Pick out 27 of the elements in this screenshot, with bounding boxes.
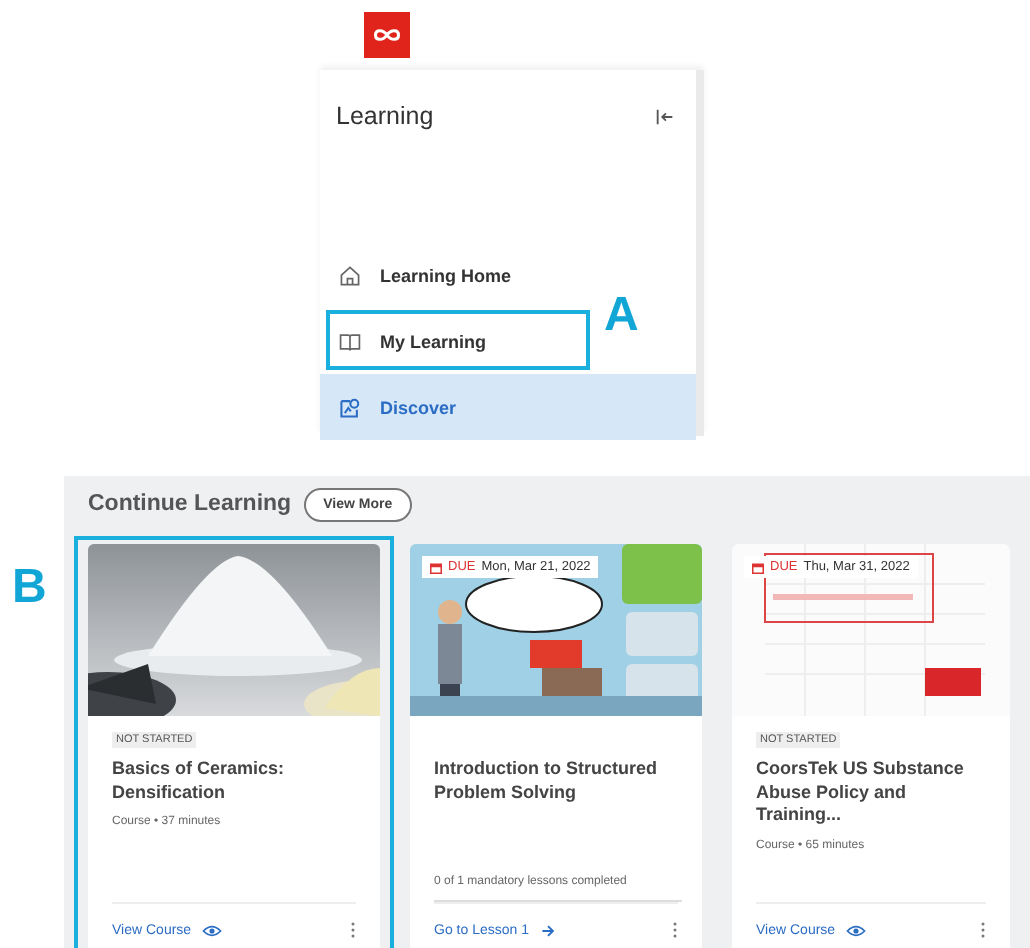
sidebar-title: Learning	[336, 102, 434, 130]
arrow-icon	[538, 923, 559, 937]
home-icon	[338, 263, 362, 287]
calendar-icon	[752, 561, 764, 573]
eye-icon	[201, 923, 222, 937]
section-title: Continue Learning	[88, 492, 292, 516]
more-button[interactable]	[672, 920, 678, 940]
more-icon	[672, 920, 678, 940]
nav-item[interactable]: Learning Home	[320, 242, 602, 308]
calendar-icon	[430, 561, 442, 573]
collapse-icon	[654, 105, 676, 127]
eye-icon	[845, 923, 866, 937]
logo-icon	[364, 12, 410, 58]
nav-item[interactable]: My Learning	[320, 308, 602, 374]
course-title: Introduction to Structured Problem Solving	[434, 758, 659, 805]
callout-letter: A	[604, 292, 639, 340]
course-title: Basics of Ceramics: Densification	[112, 758, 287, 805]
nav-item[interactable]: Discover	[320, 374, 696, 440]
more-icon	[350, 920, 356, 940]
callout-letter: B	[12, 564, 47, 612]
book-icon	[338, 329, 362, 353]
image-search-icon	[338, 395, 362, 419]
collapse-button[interactable]	[654, 105, 676, 127]
more-button[interactable]	[980, 920, 986, 940]
course-title: CoorsTek US Substance Abuse Policy and Training...	[756, 758, 966, 829]
more-button[interactable]	[350, 920, 356, 940]
more-icon	[980, 920, 986, 940]
